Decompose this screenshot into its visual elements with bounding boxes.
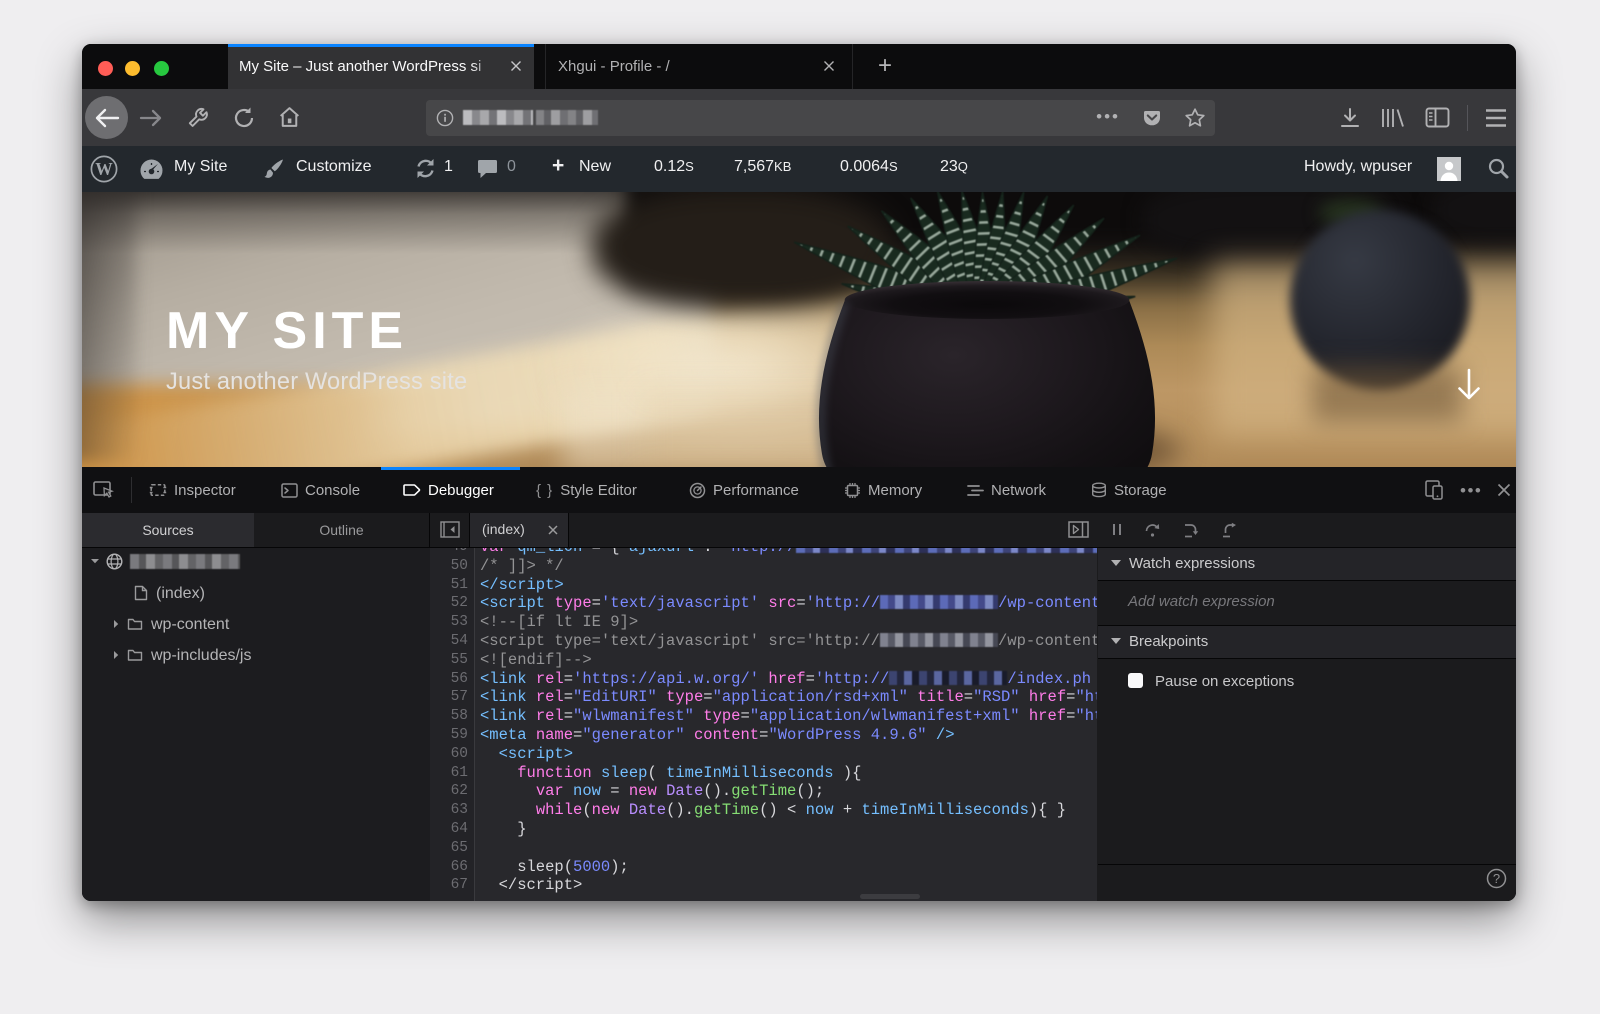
svg-text:?: ? <box>1493 871 1500 886</box>
svg-text:W: W <box>95 159 113 179</box>
